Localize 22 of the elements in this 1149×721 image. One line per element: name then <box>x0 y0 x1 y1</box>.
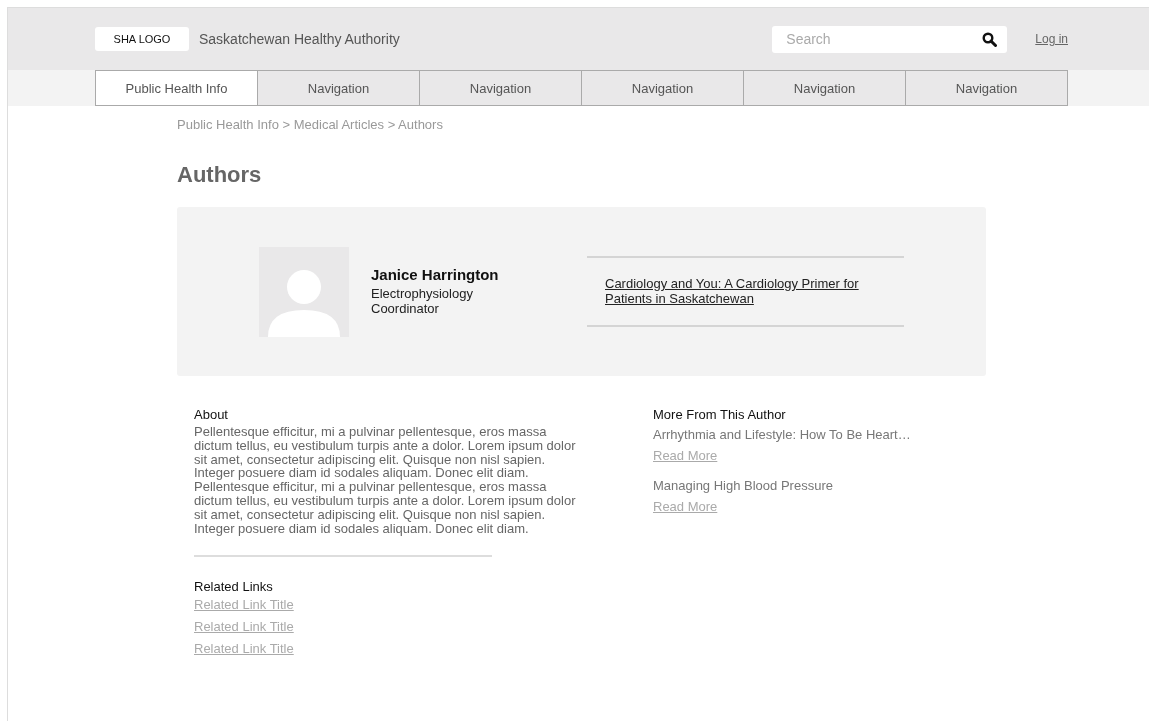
about-heading: About <box>194 407 229 422</box>
site-name: Saskatchewan Healthy Authority <box>199 31 401 47</box>
article-title: Arrhythmia and Lifestyle: How To Be Heart… <box>653 427 912 442</box>
page-title: Authors <box>177 162 263 188</box>
about-text: Pellentesque efficitur, mi a pulvinar pellentesque, eros massa dictum tellus, eu vestibulum turpis ante a dolor. Lorem ipsum dolor sit amet, consectetur adipiscing elit. Quisque non nisl sapien. Integer posuere diam id sodales aliquam. Donec elit diam. Pellentesque efficitur, mi a pulvinar pellentesque, eros massa dictum tellus, eu vestibulum turpis ante a dolor. Lorem ipsum dolor sit amet, consectetur adipiscing elit. Quisque non nisl sapien. Integer posuere diam id sodales aliquam. Donec elit diam. <box>194 425 577 536</box>
featured-article-link[interactable]: Cardiology and You: A Cardiology Primer for Patients in Saskatchewan <box>605 276 880 306</box>
author-role: Electrophysiology Coordinator <box>371 286 474 316</box>
search-field[interactable]: Search <box>772 25 1008 53</box>
author-name: Janice Harrington <box>371 266 500 283</box>
login-link[interactable]: Log in <box>1035 32 1068 46</box>
article-title: Managing High Blood Pressure <box>653 478 834 493</box>
more-heading: More From This Author <box>653 407 787 422</box>
nav-tab[interactable]: Navigation <box>582 70 744 106</box>
nav-tab[interactable]: Navigation <box>906 70 1068 106</box>
related-links-heading: Related Links <box>194 579 274 595</box>
breadcrumb: Public Health Info > Medical Articles > Authors <box>177 117 444 132</box>
nav-tab[interactable]: Navigation <box>744 70 906 106</box>
logo[interactable]: SHA LOGO <box>95 27 189 51</box>
nav-tab[interactable]: Navigation <box>420 70 582 106</box>
search-icon[interactable] <box>982 31 998 47</box>
nav-tab[interactable]: Navigation <box>258 70 420 106</box>
nav-tab[interactable]: Public Health Info <box>95 70 258 106</box>
